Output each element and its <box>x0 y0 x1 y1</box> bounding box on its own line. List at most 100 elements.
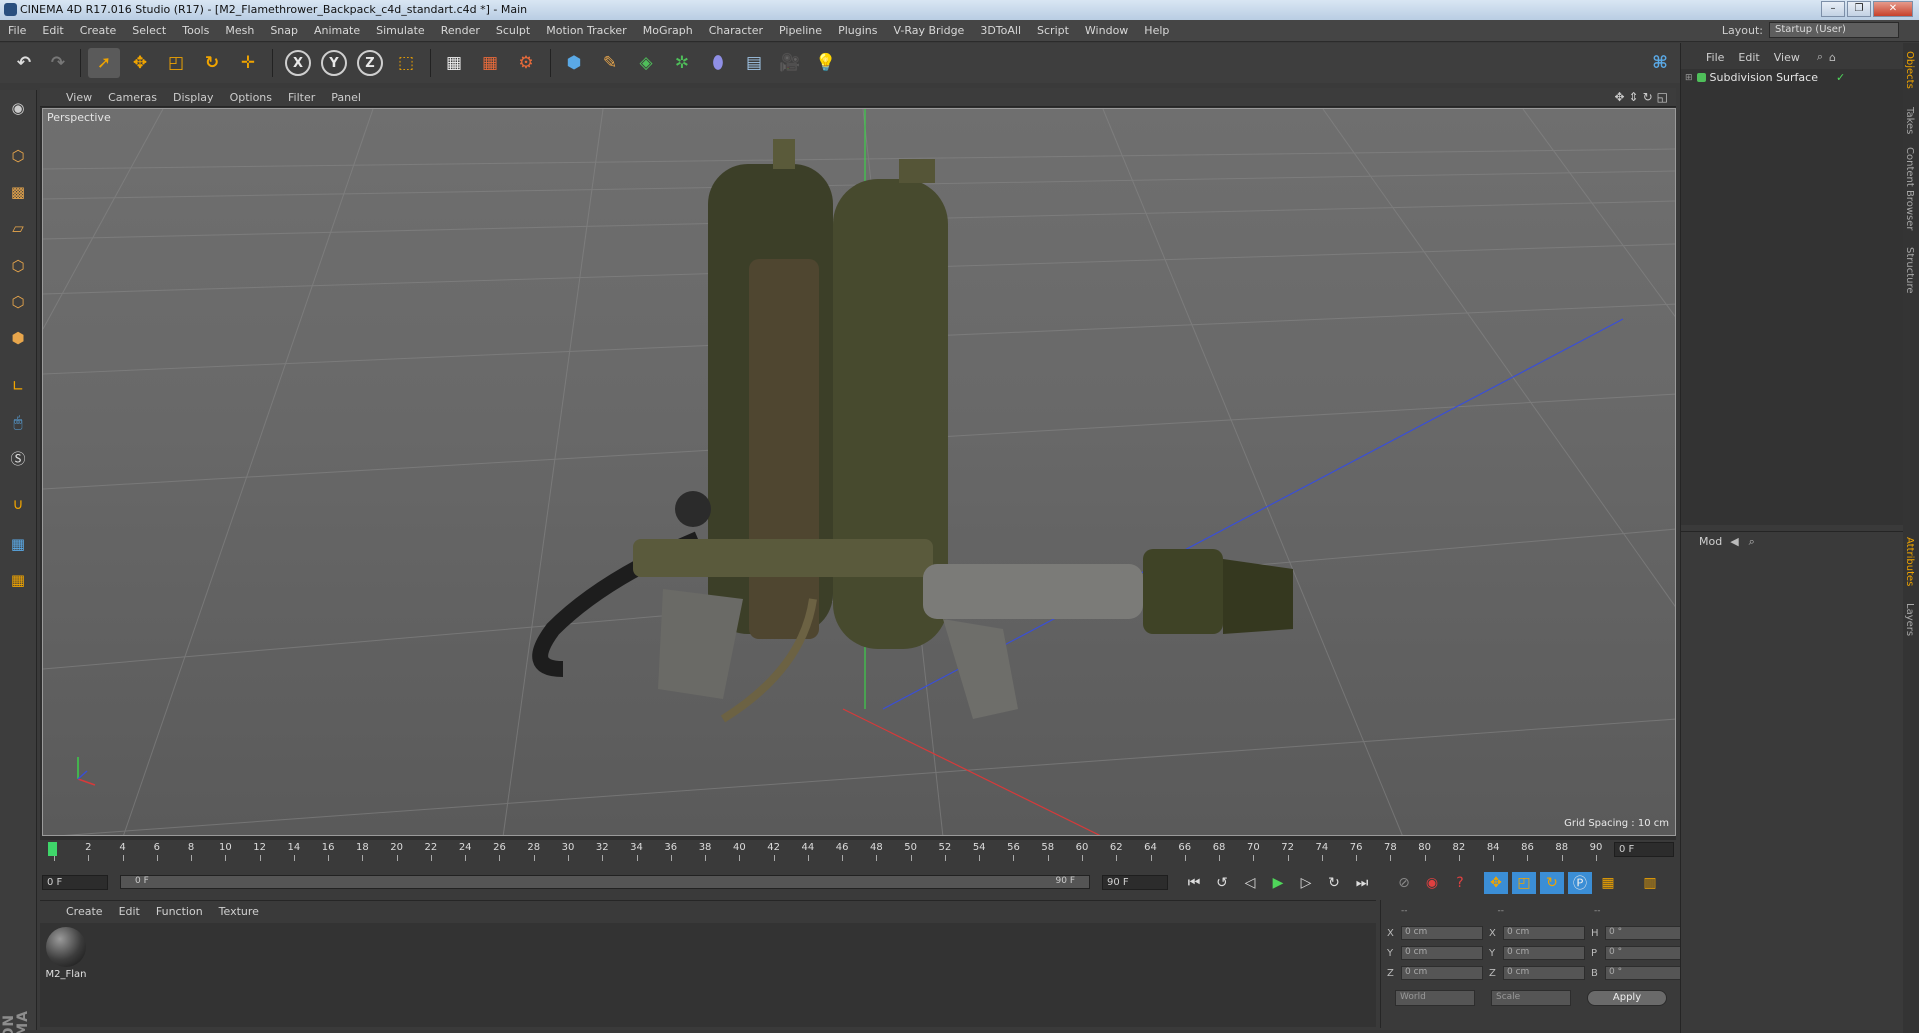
enabled-check-icon[interactable]: ✓ <box>1836 71 1845 84</box>
pan-icon[interactable]: ✥ <box>1614 90 1624 104</box>
point-level-key-icon[interactable]: ▦ <box>1596 872 1620 894</box>
play-forward-icon[interactable]: ▶ <box>1266 872 1290 894</box>
menu-simulate[interactable]: Simulate <box>368 24 433 37</box>
material-menu-create[interactable]: Create <box>58 905 111 918</box>
x-axis-lock-button[interactable]: X <box>282 48 314 78</box>
menu-help[interactable]: Help <box>1136 24 1177 37</box>
object-menu-view[interactable]: View <box>1767 51 1807 64</box>
pos-x-field[interactable]: 0 cm <box>1401 926 1483 940</box>
undo-icon[interactable]: ↶ <box>8 48 40 78</box>
rotate-icon[interactable]: ↻ <box>196 48 228 78</box>
pos-z-field[interactable]: 0 cm <box>1401 966 1483 980</box>
viewport-menu-view[interactable]: View <box>58 91 100 104</box>
previous-key-icon[interactable]: ↺ <box>1210 872 1234 894</box>
tab-layers[interactable]: Layers <box>1904 599 1915 640</box>
back-arrow-icon[interactable]: ◀ <box>1730 535 1738 548</box>
tab-attributes[interactable]: Attributes <box>1904 533 1915 590</box>
object-menu-edit[interactable]: Edit <box>1731 51 1766 64</box>
minimize-button[interactable]: – <box>1821 1 1845 17</box>
current-frame-field[interactable]: 0 F <box>1614 842 1674 857</box>
dolly-icon[interactable]: ⇕ <box>1629 90 1639 104</box>
snap-icon[interactable]: Ⓢ <box>4 444 32 472</box>
material-item[interactable]: M2_Flan <box>44 927 88 980</box>
menu-render[interactable]: Render <box>433 24 488 37</box>
rot-p-field[interactable]: 0 ° <box>1605 946 1681 960</box>
menu-vray-bridge[interactable]: V-Ray Bridge <box>885 24 972 37</box>
expand-icon[interactable]: ⊞ <box>1685 73 1693 83</box>
layout-dropdown[interactable]: Startup (User) <box>1769 22 1899 38</box>
light-icon[interactable]: 💡 <box>810 48 842 78</box>
go-to-end-icon[interactable]: ⏭ <box>1350 872 1374 894</box>
menu-plugins[interactable]: Plugins <box>830 24 885 37</box>
size-y-field[interactable]: 0 cm <box>1503 946 1585 960</box>
object-menu-file[interactable]: File <box>1699 51 1731 64</box>
coordinate-space-dropdown[interactable]: World <box>1395 990 1475 1006</box>
scale-icon[interactable]: ◰ <box>160 48 192 78</box>
menu-snap[interactable]: Snap <box>262 24 306 37</box>
locked-workplane-icon[interactable]: ▦ <box>4 530 32 558</box>
autokey-icon[interactable]: ◉ <box>1420 872 1444 894</box>
cube-icon[interactable]: ⬢ <box>558 48 590 78</box>
record-keys-icon[interactable]: ⊘ <box>1392 872 1416 894</box>
menu-animate[interactable]: Animate <box>306 24 368 37</box>
material-menu-edit[interactable]: Edit <box>111 905 148 918</box>
edges-mode-icon[interactable]: ⬡ <box>4 288 32 316</box>
object-row[interactable]: ⊞ Subdivision Surface ✓ <box>1685 71 1845 84</box>
previous-frame-icon[interactable]: ◁ <box>1238 872 1262 894</box>
coordinate-system-icon[interactable]: ⬚ <box>390 48 422 78</box>
camera-icon[interactable]: 🎥 <box>774 48 806 78</box>
parameter-key-icon[interactable]: Ⓟ <box>1568 872 1592 894</box>
points-mode-icon[interactable]: ⬡ <box>4 252 32 280</box>
keyframe-selection-icon[interactable]: ? <box>1448 872 1472 894</box>
last-tool-icon[interactable]: ✛ <box>232 48 264 78</box>
end-frame-field[interactable]: 90 F <box>1102 875 1168 890</box>
coordinate-mode-dropdown[interactable]: Scale <box>1491 990 1571 1006</box>
tab-structure[interactable]: Structure <box>1904 243 1915 298</box>
render-view-icon[interactable]: ▦ <box>438 48 470 78</box>
home-icon[interactable]: ⌂ <box>1829 51 1836 64</box>
menu-select[interactable]: Select <box>124 24 174 37</box>
workplane-mode-icon[interactable]: ▱ <box>4 214 32 242</box>
tab-objects[interactable]: Objects <box>1904 47 1915 93</box>
menu-character[interactable]: Character <box>701 24 771 37</box>
maximize-button[interactable]: ❐ <box>1847 1 1871 17</box>
menu-pipeline[interactable]: Pipeline <box>771 24 830 37</box>
python-icon[interactable]: ⌘ <box>1644 48 1676 78</box>
next-key-icon[interactable]: ↻ <box>1322 872 1346 894</box>
make-editable-icon[interactable]: ◉ <box>4 94 32 122</box>
viewport-menu-filter[interactable]: Filter <box>280 91 323 104</box>
array-icon[interactable]: ✲ <box>666 48 698 78</box>
close-button[interactable]: ✕ <box>1873 1 1913 17</box>
menu-motion-tracker[interactable]: Motion Tracker <box>538 24 634 37</box>
texture-mode-icon[interactable]: ▩ <box>4 178 32 206</box>
menu-create[interactable]: Create <box>72 24 125 37</box>
pos-y-field[interactable]: 0 cm <box>1401 946 1483 960</box>
menu-mograph[interactable]: MoGraph <box>635 24 701 37</box>
perspective-viewport[interactable]: Perspective Grid Spacing : 10 cm <box>42 108 1676 836</box>
floor-icon[interactable]: ▤ <box>738 48 770 78</box>
start-frame-field[interactable]: 0 F <box>42 875 108 890</box>
maximize-view-icon[interactable]: ◱ <box>1657 90 1668 104</box>
size-z-field[interactable]: 0 cm <box>1503 966 1585 980</box>
deformer-icon[interactable]: ⬮ <box>702 48 734 78</box>
axis-mode-icon[interactable]: ∟ <box>4 372 32 400</box>
material-menu-texture[interactable]: Texture <box>211 905 267 918</box>
attribute-mode-menu[interactable]: Mod <box>1699 535 1722 548</box>
live-selection-icon[interactable]: ➚ <box>88 48 120 78</box>
pen-spline-icon[interactable]: ✎ <box>594 48 626 78</box>
tweak-mode-icon[interactable]: 🖱 <box>4 408 32 436</box>
menu-window[interactable]: Window <box>1077 24 1136 37</box>
orbit-icon[interactable]: ↻ <box>1643 90 1653 104</box>
rot-h-field[interactable]: 0 ° <box>1605 926 1681 940</box>
subdivision-surface-icon[interactable]: ◈ <box>630 48 662 78</box>
preview-range-slider[interactable]: 0 F 90 F <box>120 875 1090 889</box>
menu-sculpt[interactable]: Sculpt <box>488 24 538 37</box>
z-axis-lock-button[interactable]: Z <box>354 48 386 78</box>
move-icon[interactable]: ✥ <box>124 48 156 78</box>
size-x-field[interactable]: 0 cm <box>1503 926 1585 940</box>
timeline-window-icon[interactable]: ▥ <box>1638 872 1662 894</box>
search-icon[interactable]: ⌕ <box>1817 50 1823 64</box>
go-to-start-icon[interactable]: ⏮ <box>1182 872 1206 894</box>
position-key-icon[interactable]: ✥ <box>1484 872 1508 894</box>
rot-b-field[interactable]: 0 ° <box>1605 966 1681 980</box>
